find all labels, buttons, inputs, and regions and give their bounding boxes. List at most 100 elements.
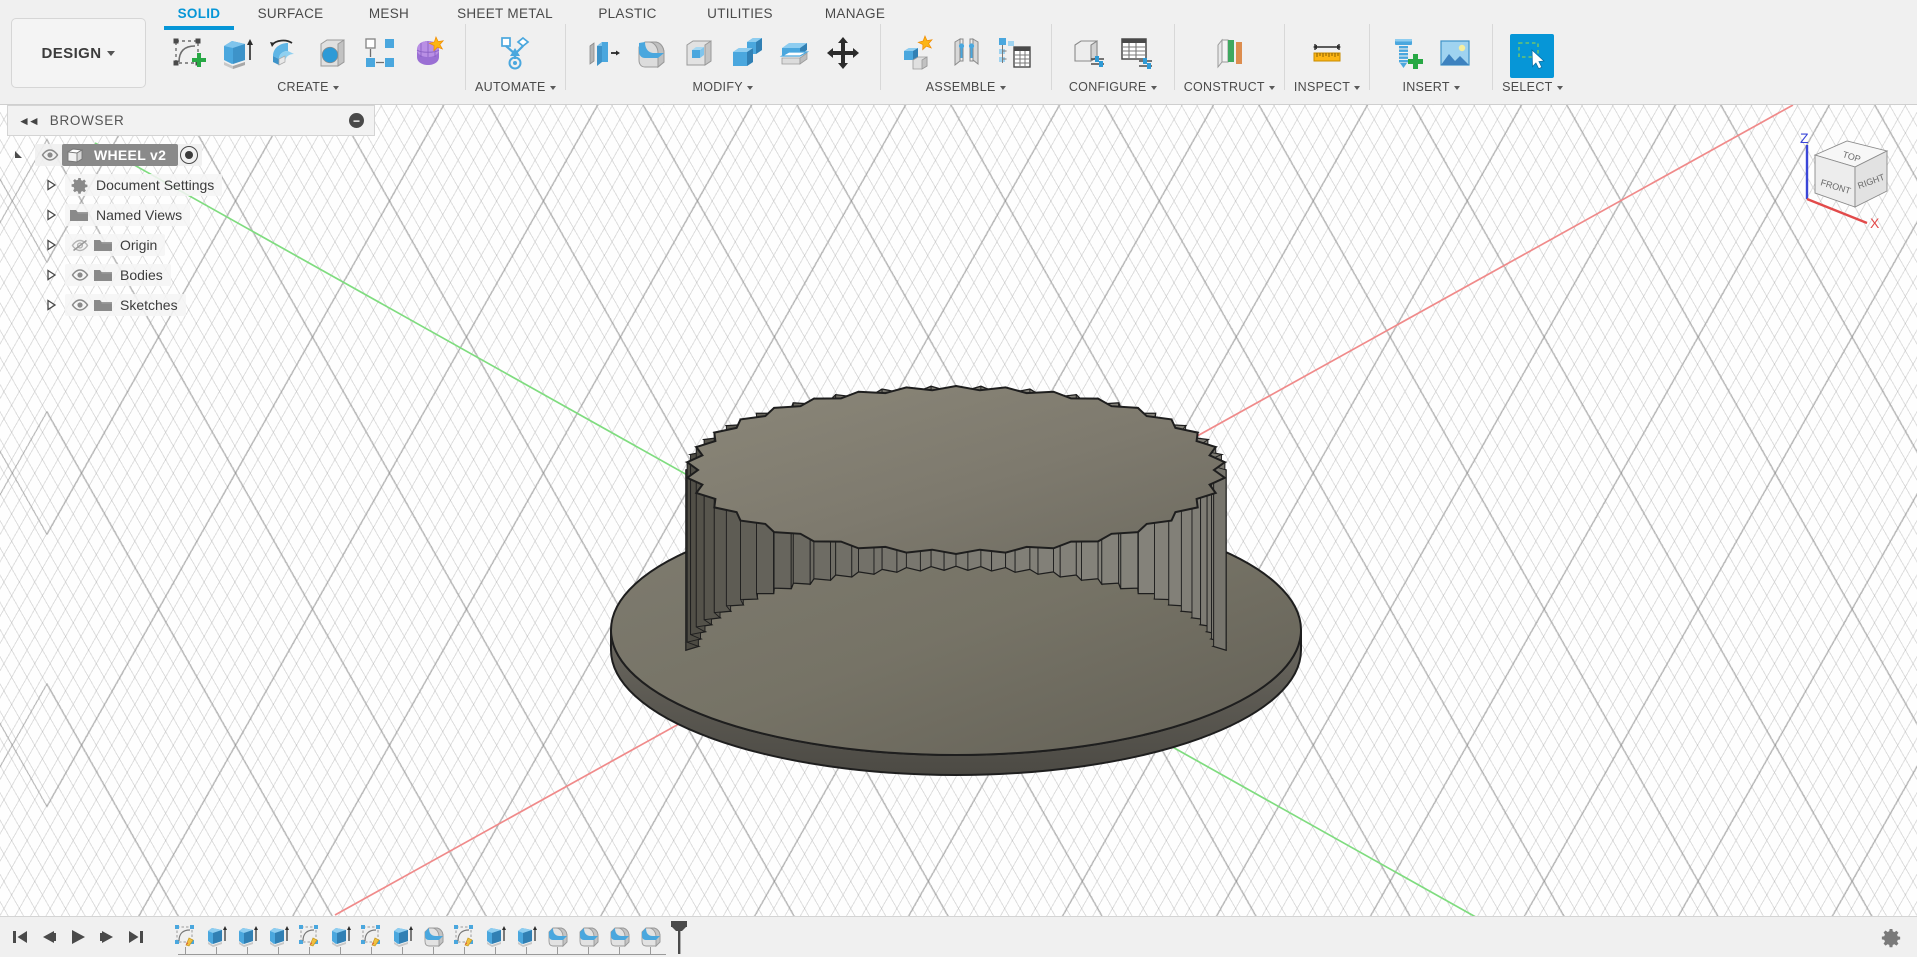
configure-part-icon[interactable] xyxy=(1065,28,1113,78)
ribbon-group-create: CREATE xyxy=(160,22,456,104)
visibility-eye-off-icon[interactable] xyxy=(68,236,92,254)
viewport-canvas[interactable]: ◄◄ BROWSER − WHEEL v2 Document Settings … xyxy=(0,105,1917,957)
ribbon-group-configure: CONFIGURE xyxy=(1061,22,1165,104)
chevron-down-icon xyxy=(1354,85,1361,90)
construct-plane-icon[interactable] xyxy=(1205,28,1253,78)
expand-arrow-right-icon[interactable] xyxy=(43,297,59,313)
ribbon-group-label-create[interactable]: CREATE xyxy=(277,80,339,94)
timeline-tick xyxy=(650,946,652,954)
browser-item-sketches[interactable]: Sketches xyxy=(7,290,375,320)
timeline-tick xyxy=(371,946,373,954)
fillet-icon[interactable] xyxy=(627,28,675,78)
ribbon-group-label-construct[interactable]: CONSTRUCT xyxy=(1184,80,1275,94)
browser-item-label: Document Settings xyxy=(96,177,215,193)
form-icon[interactable] xyxy=(404,28,452,78)
activate-component-radio[interactable] xyxy=(180,146,199,164)
chevron-down-icon xyxy=(549,85,556,90)
timeline-tick xyxy=(309,946,311,954)
ribbon-group-modify: MODIFY xyxy=(575,22,871,104)
ribbon-group-label-modify[interactable]: MODIFY xyxy=(692,80,753,94)
timeline-connector xyxy=(178,948,666,955)
browser-root-wheel[interactable]: WHEEL v2 xyxy=(7,140,375,170)
chevron-down-icon xyxy=(1453,85,1460,90)
move-copy-icon[interactable] xyxy=(819,28,867,78)
timeline-bar xyxy=(0,916,1917,957)
browser-item-label: Bodies xyxy=(120,267,163,283)
browser-item-named-views[interactable]: Named Views xyxy=(7,200,375,230)
x-axis-label: X xyxy=(1870,215,1880,230)
browser-item-label: Origin xyxy=(120,237,158,253)
expand-arrow-right-icon[interactable] xyxy=(43,177,59,193)
ribbon-group-construct: CONSTRUCT xyxy=(1184,22,1275,104)
chevron-down-icon xyxy=(999,85,1006,90)
browser-tree: WHEEL v2 Document Settings Named Views O… xyxy=(7,140,375,320)
timeline-end-marker[interactable] xyxy=(668,920,690,954)
ribbon-group-label-select[interactable]: SELECT xyxy=(1502,80,1563,94)
go-to-end-icon[interactable] xyxy=(124,924,148,950)
ribbon-group-select: SELECT xyxy=(1502,22,1563,104)
measure-icon[interactable] xyxy=(1303,28,1351,78)
divider xyxy=(1369,24,1371,90)
ribbon-group-label-configure[interactable]: CONFIGURE xyxy=(1069,80,1157,94)
expand-arrow-right-icon[interactable] xyxy=(43,267,59,283)
automate-icon[interactable] xyxy=(491,28,539,78)
browser-root-label: WHEEL v2 xyxy=(94,147,167,163)
canvas-image-icon[interactable] xyxy=(1431,28,1479,78)
component-icon xyxy=(64,146,86,164)
expand-arrow-right-icon[interactable] xyxy=(43,207,59,223)
extrude-icon[interactable] xyxy=(212,28,260,78)
ribbon-group-label-inspect[interactable]: INSPECT xyxy=(1294,80,1361,94)
configure-table-icon[interactable] xyxy=(1113,28,1161,78)
minus-circle-icon[interactable]: − xyxy=(349,113,364,128)
ribbon-group-label-automate[interactable]: AUTOMATE xyxy=(475,80,556,94)
ribbon-group-label-assemble[interactable]: ASSEMBLE xyxy=(926,80,1006,94)
browser-panel: ◄◄ BROWSER − WHEEL v2 Document Settings … xyxy=(7,105,375,320)
insert-mcmaster-icon[interactable] xyxy=(1383,28,1431,78)
divider xyxy=(879,24,881,90)
folder-icon xyxy=(68,206,90,224)
revolve-icon[interactable] xyxy=(260,28,308,78)
view-cube[interactable]: Z X TOP FRONT RIGHT xyxy=(1787,115,1907,231)
step-forward-icon[interactable] xyxy=(95,924,119,950)
press-pull-icon[interactable] xyxy=(579,28,627,78)
shell-icon[interactable] xyxy=(675,28,723,78)
create-sketch-icon[interactable] xyxy=(164,28,212,78)
ribbon-group-label-insert[interactable]: INSERT xyxy=(1402,80,1460,94)
browser-item-origin[interactable]: Origin xyxy=(7,230,375,260)
component-chip[interactable]: WHEEL v2 xyxy=(62,144,179,166)
timeline-tick xyxy=(619,946,621,954)
gear-icon xyxy=(68,176,90,194)
joint-icon[interactable] xyxy=(942,28,990,78)
timeline-tick xyxy=(247,946,249,954)
timeline-tick xyxy=(278,946,280,954)
visibility-eye-icon[interactable] xyxy=(38,146,62,164)
double-left-arrow-icon[interactable]: ◄◄ xyxy=(18,114,40,128)
browser-item-label: Named Views xyxy=(96,207,183,223)
timeline-tick xyxy=(433,946,435,954)
timeline-tick xyxy=(185,946,187,954)
sweep-icon[interactable] xyxy=(308,28,356,78)
select-icon[interactable] xyxy=(1510,34,1555,78)
pattern-icon[interactable] xyxy=(356,28,404,78)
visibility-eye-icon[interactable] xyxy=(68,296,92,314)
new-component-icon[interactable] xyxy=(894,28,942,78)
chevron-down-icon xyxy=(107,50,116,56)
combine-icon[interactable] xyxy=(723,28,771,78)
browser-item-bodies[interactable]: Bodies xyxy=(7,260,375,290)
split-face-icon[interactable] xyxy=(771,28,819,78)
expand-arrow-right-icon[interactable] xyxy=(43,237,59,253)
step-back-icon[interactable] xyxy=(37,924,61,950)
browser-item-document-settings[interactable]: Document Settings xyxy=(7,170,375,200)
visibility-eye-icon[interactable] xyxy=(68,266,92,284)
gear-icon[interactable] xyxy=(1881,928,1901,948)
chevron-down-icon xyxy=(1268,85,1275,90)
timeline-tick xyxy=(526,946,528,954)
go-to-beginning-icon[interactable] xyxy=(8,924,32,950)
bom-icon[interactable] xyxy=(990,28,1038,78)
timeline-features xyxy=(170,917,690,957)
folder-icon xyxy=(92,296,114,314)
timeline-tick xyxy=(495,946,497,954)
play-icon[interactable] xyxy=(66,924,90,950)
expand-arrow-down-icon[interactable] xyxy=(11,147,27,163)
workspace-switcher[interactable]: DESIGN xyxy=(11,18,146,88)
